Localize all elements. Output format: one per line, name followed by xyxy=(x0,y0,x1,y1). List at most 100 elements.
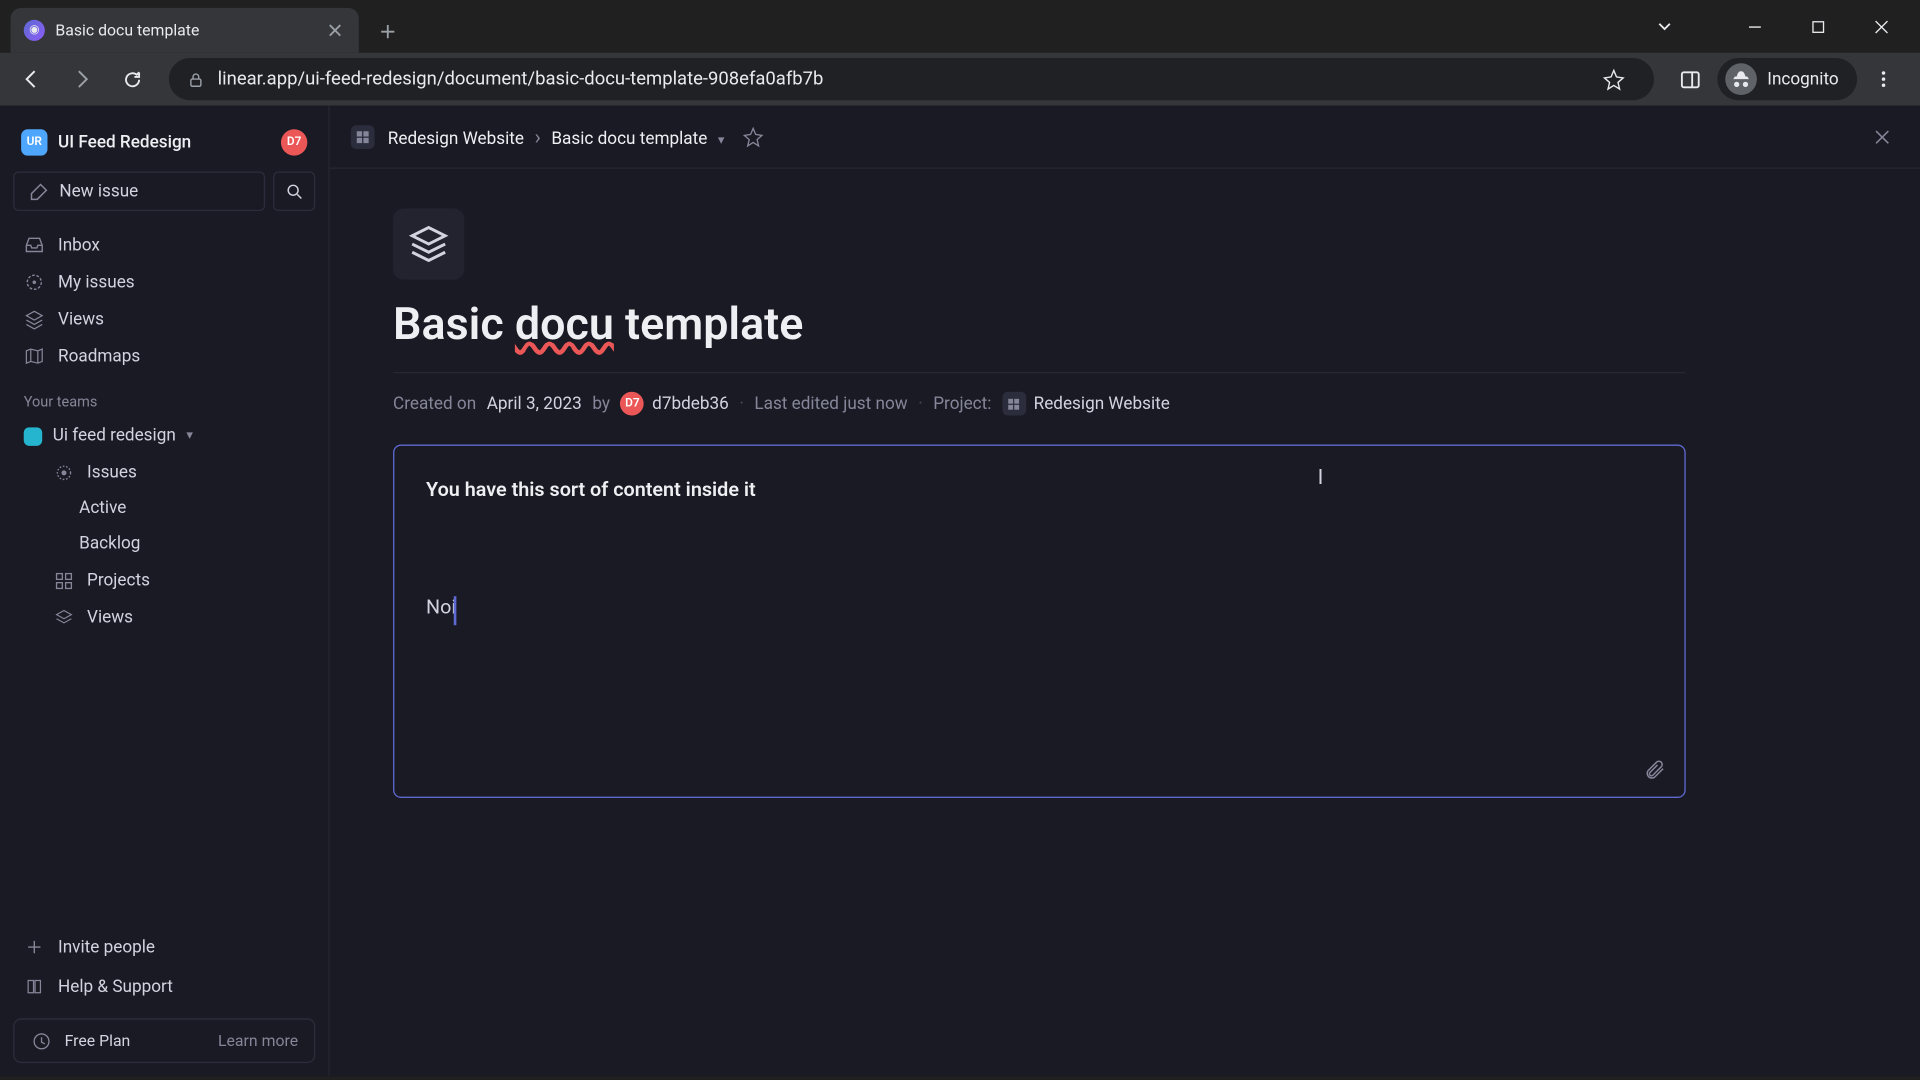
breadcrumb: Redesign Website › Basic docu template ▾ xyxy=(388,124,725,149)
browser-tabbar: ◉ Basic docu template xyxy=(0,0,1920,53)
main-content: Redesign Website › Basic docu template ▾… xyxy=(330,106,1920,1077)
incognito-indicator[interactable]: Incognito xyxy=(1717,58,1857,100)
plan-banner[interactable]: Free Plan Learn more xyxy=(13,1018,315,1063)
side-panel-icon[interactable] xyxy=(1670,58,1712,100)
projects-label: Projects xyxy=(87,570,150,590)
invite-label: Invite people xyxy=(58,937,155,957)
url-text: linear.app/ui-feed-redesign/document/bas… xyxy=(218,69,1580,90)
sidebar-item-roadmaps[interactable]: Roadmaps xyxy=(13,338,315,375)
workspace-switcher[interactable]: UR UI Feed Redesign D7 xyxy=(13,124,315,161)
reload-button[interactable] xyxy=(111,58,153,100)
sidebar-item-issues[interactable]: Issues xyxy=(13,454,315,491)
author-chip[interactable]: D7 d7bdeb36 xyxy=(621,392,729,416)
breadcrumb-doc[interactable]: Basic docu template xyxy=(551,129,707,149)
my-issues-label: My issues xyxy=(58,272,135,292)
project-name: Redesign Website xyxy=(1034,394,1170,414)
document-emoji-picker[interactable] xyxy=(393,208,464,279)
inbox-icon xyxy=(24,235,45,256)
text-caret xyxy=(454,596,457,625)
active-label: Active xyxy=(79,499,126,519)
by-text: by xyxy=(592,394,610,414)
inbox-label: Inbox xyxy=(58,235,100,255)
teams-section-label: Your teams xyxy=(13,375,315,419)
dot-sep: · xyxy=(739,394,743,414)
minimize-button[interactable] xyxy=(1725,7,1783,47)
workspace-badge: UR xyxy=(21,129,47,155)
browser-tab[interactable]: ◉ Basic docu template xyxy=(11,8,359,53)
close-panel-button[interactable] xyxy=(1865,119,1899,153)
incognito-label: Incognito xyxy=(1767,69,1838,89)
user-avatar-badge: D7 xyxy=(281,129,307,155)
sidebar-item-views[interactable]: Views xyxy=(13,301,315,338)
forward-button[interactable] xyxy=(61,58,103,100)
dot-sep: · xyxy=(918,394,922,414)
favorite-button[interactable] xyxy=(738,121,770,153)
project-icon xyxy=(351,125,375,149)
issues-label: Issues xyxy=(87,462,137,482)
roadmaps-label: Roadmaps xyxy=(58,346,140,366)
maximize-button[interactable] xyxy=(1789,7,1847,47)
project-link[interactable]: Redesign Website xyxy=(1002,392,1170,416)
attachment-button[interactable] xyxy=(1643,758,1665,780)
team-row[interactable]: Ui feed redesign ▾ xyxy=(13,418,315,454)
sidebar-item-my-issues[interactable]: My issues xyxy=(13,264,315,301)
address-bar[interactable]: linear.app/ui-feed-redesign/document/bas… xyxy=(169,58,1654,100)
invite-people-button[interactable]: Invite people xyxy=(13,929,315,966)
editor-body-text: Noi xyxy=(426,595,456,619)
backlog-label: Backlog xyxy=(79,534,140,554)
close-window-button[interactable] xyxy=(1852,7,1910,47)
sidebar-item-backlog[interactable]: Backlog xyxy=(13,526,315,562)
project-label: Project: xyxy=(933,394,991,414)
sidebar-item-active[interactable]: Active xyxy=(13,491,315,527)
text-cursor-icon: I xyxy=(1318,464,1324,493)
back-button[interactable] xyxy=(11,58,53,100)
new-tab-button[interactable] xyxy=(369,13,406,50)
stack-icon xyxy=(409,224,449,264)
issues-icon xyxy=(53,462,74,483)
author-name: d7bdeb36 xyxy=(652,394,729,414)
breadcrumb-project[interactable]: Redesign Website xyxy=(388,129,524,149)
new-issue-button[interactable]: New issue xyxy=(13,171,265,211)
window-controls xyxy=(1636,0,1920,53)
chevron-down-icon[interactable]: ▾ xyxy=(718,133,725,148)
author-avatar: D7 xyxy=(621,392,645,416)
browser-menu-icon[interactable] xyxy=(1862,58,1904,100)
views-label: Views xyxy=(58,309,104,329)
bookmark-star-icon[interactable] xyxy=(1593,58,1635,100)
team-color-icon xyxy=(24,427,42,445)
topbar: Redesign Website › Basic docu template ▾ xyxy=(330,106,1920,169)
compose-icon xyxy=(28,181,49,202)
editor-heading-text: You have this sort of content inside it xyxy=(426,477,1653,501)
layers-icon xyxy=(24,309,45,330)
target-icon xyxy=(24,272,45,293)
sidebar-item-inbox[interactable]: Inbox xyxy=(13,227,315,264)
projects-icon xyxy=(53,570,74,591)
team-views-label: Views xyxy=(87,607,133,627)
search-button[interactable] xyxy=(273,171,315,211)
document-area: Basic docu template Created on April 3, … xyxy=(330,169,1920,1076)
book-icon xyxy=(24,976,45,997)
chevron-down-icon[interactable] xyxy=(1636,7,1694,47)
plus-icon xyxy=(24,936,45,957)
linear-favicon: ◉ xyxy=(24,20,45,41)
upgrade-icon xyxy=(30,1030,51,1051)
new-issue-label: New issue xyxy=(59,181,138,201)
last-edited: Last edited just now xyxy=(754,394,907,414)
document-title[interactable]: Basic docu template xyxy=(393,298,1686,351)
project-icon xyxy=(1002,392,1026,416)
sidebar-item-projects[interactable]: Projects xyxy=(13,562,315,599)
created-prefix: Created on xyxy=(393,394,476,414)
spell-error: docu xyxy=(515,298,614,351)
learn-more-link[interactable]: Learn more xyxy=(218,1031,298,1049)
caret-down-icon: ▾ xyxy=(186,429,193,444)
team-name: Ui feed redesign xyxy=(53,426,176,446)
sidebar-item-team-views[interactable]: Views xyxy=(13,599,315,636)
close-tab-icon[interactable] xyxy=(324,20,345,41)
browser-toolbar: linear.app/ui-feed-redesign/document/bas… xyxy=(0,53,1920,106)
help-support-button[interactable]: Help & Support xyxy=(13,968,315,1005)
document-editor[interactable]: You have this sort of content inside it … xyxy=(393,445,1686,798)
search-icon xyxy=(284,181,304,201)
sidebar: UR UI Feed Redesign D7 New issue Inbox xyxy=(0,106,330,1077)
workspace-name: UI Feed Redesign xyxy=(58,133,270,153)
breadcrumb-sep: › xyxy=(535,124,541,149)
